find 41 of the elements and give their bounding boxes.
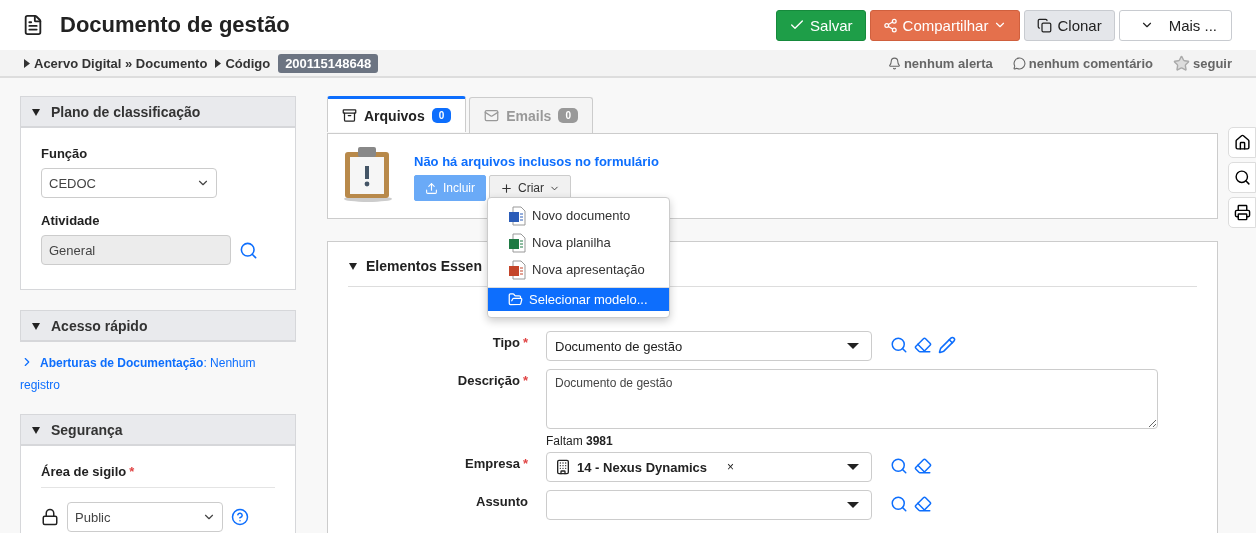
select-field[interactable]: Public bbox=[67, 502, 223, 532]
code-badge: 200115148648 bbox=[278, 53, 379, 73]
select-field[interactable]: CEDOC bbox=[41, 168, 217, 198]
breadcrumb-link[interactable]: Acervo Digital » Documento bbox=[34, 55, 208, 71]
field-label: Descrição * bbox=[456, 372, 528, 388]
count-badge: 0 bbox=[431, 108, 452, 123]
empty-files-message: Não há arquivos inclusos no formulário bbox=[414, 154, 659, 169]
menu-item[interactable]: Nova planilha bbox=[488, 229, 669, 256]
panel-header[interactable]: Plano de classificação bbox=[20, 96, 296, 128]
menu-item[interactable]: Nova apresentação bbox=[488, 256, 669, 283]
character-counter: Faltam 3981 bbox=[546, 434, 614, 448]
remove-tag-button[interactable]: × bbox=[727, 460, 735, 474]
panel-header[interactable]: Acesso rápido bbox=[20, 310, 296, 342]
follow-link[interactable]: seguir bbox=[1173, 54, 1232, 72]
tab[interactable]: Arquivos 0 bbox=[327, 96, 467, 132]
select-field[interactable]: Documento de gestão bbox=[546, 331, 872, 361]
page-title: Documento de gestão bbox=[60, 12, 291, 38]
menu-item[interactable]: Selecionar modelo... bbox=[488, 287, 669, 311]
menu-item[interactable]: Novo documento bbox=[488, 202, 669, 229]
required-mark: * bbox=[522, 373, 528, 388]
breadcrumb-link[interactable]: Código bbox=[225, 55, 271, 71]
required-mark: * bbox=[522, 335, 528, 350]
field-label: Empresa * bbox=[464, 455, 528, 471]
section-title: Elementos Essen bbox=[366, 258, 482, 274]
count-badge: 0 bbox=[558, 108, 578, 123]
clone-button[interactable]: Clonar bbox=[1024, 9, 1115, 41]
field-label: Função bbox=[41, 146, 89, 161]
quick-access-link[interactable]: Aberturas de Documentação: Nenhum registro bbox=[20, 352, 296, 396]
description-field[interactable]: Documento de gestão bbox=[546, 369, 1158, 429]
field-label: Área de sigilo * bbox=[41, 464, 275, 488]
field-label: Atividade bbox=[41, 213, 101, 228]
field-label: Assunto bbox=[475, 493, 528, 509]
more-button[interactable]: Mais ... bbox=[1118, 9, 1232, 41]
panel-header[interactable]: Segurança bbox=[20, 414, 296, 446]
alert-link[interactable]: nenhum alerta bbox=[887, 54, 993, 72]
readonly-field: General bbox=[41, 235, 231, 265]
required-mark: * bbox=[522, 456, 528, 471]
select-field[interactable]: 14 - Nexus Dynamics × bbox=[546, 452, 872, 482]
comment-link[interactable]: nenhum comentário bbox=[1012, 54, 1153, 72]
field-label: Tipo * bbox=[491, 334, 528, 350]
required-mark: * bbox=[129, 464, 135, 479]
